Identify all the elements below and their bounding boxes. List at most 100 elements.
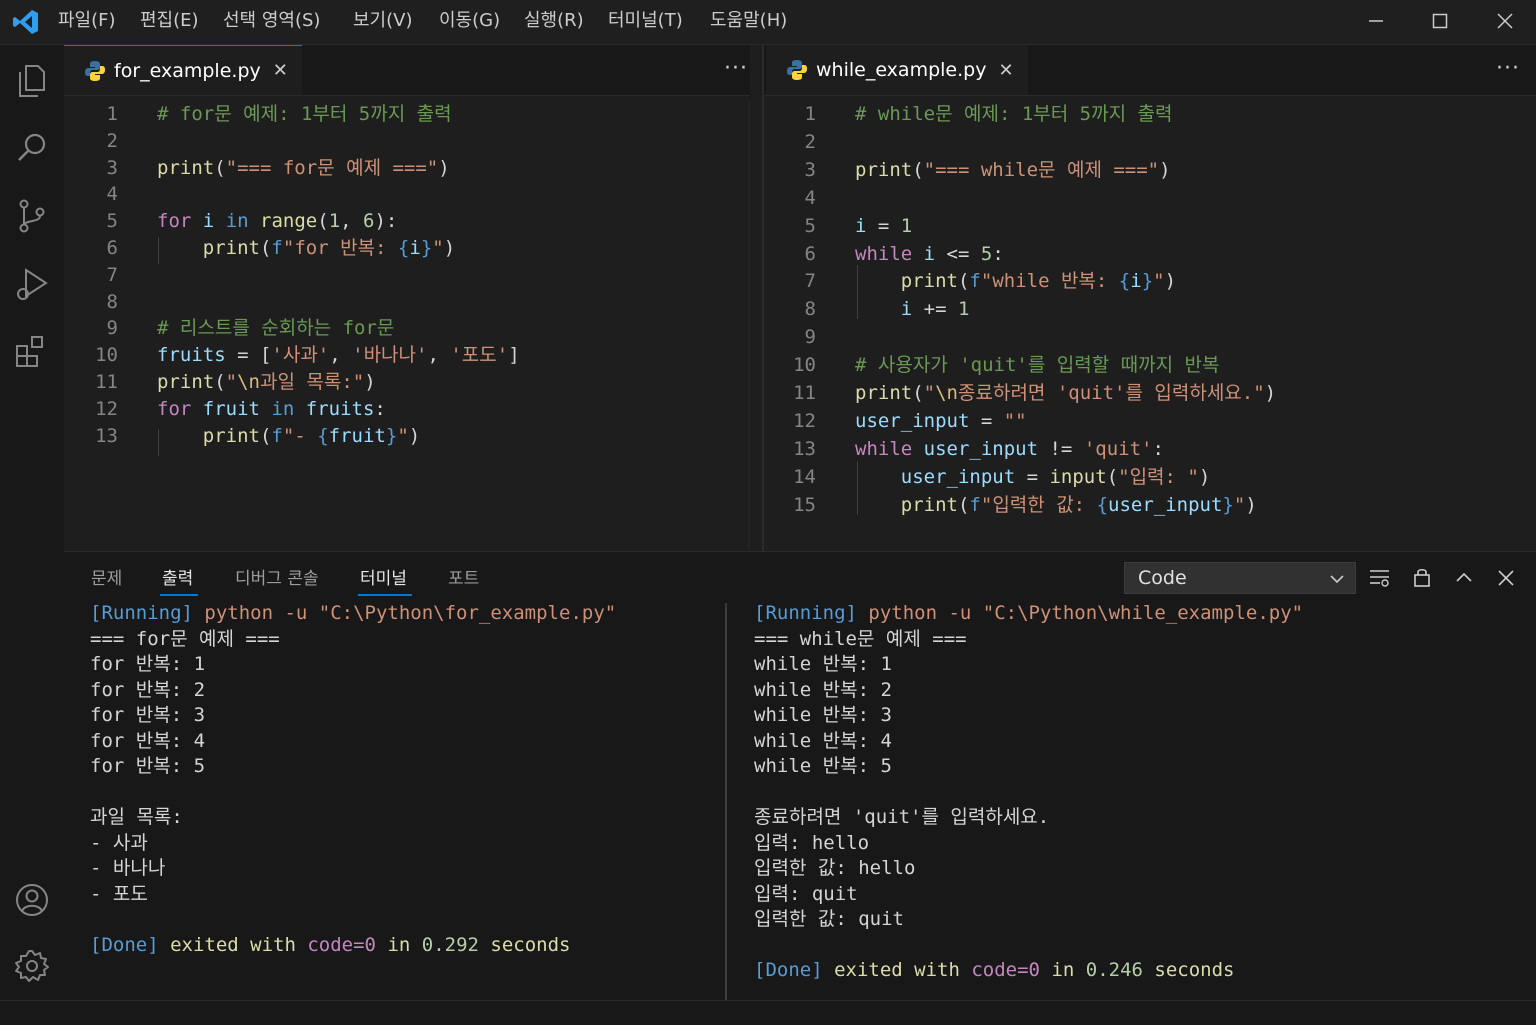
code-text: i += 1 [855,296,970,324]
code-text: print("\n종료하려면 'quit'를 입력하세요.") [855,380,1276,408]
code-token: 5 [980,242,993,265]
panel-tab-output[interactable]: 출력 [162,566,193,592]
close-icon [1497,13,1513,29]
output-lines: === while문 예제 === while 반복: 1 while 반복: 2 w… [754,627,1514,933]
line-number: 12 [793,409,816,432]
right-code-editor[interactable]: 1 # while문 예제: 1부터 5까지 출력 2 3 print("=== whi… [764,101,1534,549]
left-scrollbar[interactable] [748,101,750,550]
menu-terminal[interactable]: 터미널(T) [608,8,683,34]
output-line: 입력한 값: hello [754,857,916,879]
line-number: 10 [95,344,118,367]
line-number: 2 [106,129,118,152]
code-token: " [397,424,409,447]
code-token: "=== while문 예제 ===" [923,158,1160,181]
code-token: { [1096,493,1109,516]
search-icon[interactable] [12,128,52,168]
menu-file[interactable]: 파일(F) [58,8,116,34]
panel-tab-ports[interactable]: 포트 [448,566,479,592]
code-token: ( [259,424,272,447]
lock-icon[interactable] [1413,566,1431,588]
output-line: - 포도 [90,882,148,905]
tab-close-icon[interactable]: ✕ [998,60,1013,81]
code-token: = [ [225,344,272,367]
more-actions-icon[interactable]: ··· [1496,56,1520,81]
code-token: 1 [900,214,913,237]
output-running-line: [Running] python -u "C:\Python\while_exa… [754,601,1514,627]
code-token: { [397,237,410,259]
code-token: "while 반복: [980,270,1119,293]
word-wrap-icon[interactable] [1369,568,1391,588]
code-token: = [1015,465,1050,488]
code-token: # while문 예제: 1부터 5까지 출력 [855,103,1173,125]
code-token: print [855,382,913,404]
left-code-editor[interactable]: 1 # for문 예제: 1부터 5까지 출력 2 3 print("=== for문 … [64,101,750,549]
output-line: - 사과 [90,831,148,854]
minimize-button[interactable] [1353,6,1399,36]
tab-for-example[interactable]: for_example.py ✕ [64,45,302,95]
panel-tab-terminal[interactable]: 터미널 [360,566,407,592]
code-text: # while문 예제: 1부터 5까지 출력 [855,101,1172,129]
code-text: for fruit in fruits: [157,396,386,423]
code-token: ( [317,210,329,233]
indent-guide [158,237,159,264]
code-token: ) [1159,158,1171,181]
code-token: in [225,210,249,233]
code-token: ) [1164,270,1177,293]
status-bar [0,1000,1536,1025]
line-number: 4 [106,183,118,206]
code-text: print(f"입력한 값: {user_input}") [855,492,1257,520]
more-actions-icon[interactable]: ··· [724,56,748,81]
output-channel-select[interactable]: Code [1124,562,1356,594]
menu-go[interactable]: 이동(G) [439,8,500,34]
code-token: : [992,242,1004,265]
menu-run[interactable]: 실행(R) [524,8,584,34]
extensions-icon[interactable] [12,332,52,372]
output-line: for 반복: 1 [90,653,206,675]
account-icon[interactable] [12,880,52,920]
line-number: 3 [106,156,118,179]
run-debug-icon[interactable] [12,264,52,304]
code-text: while i <= 5: [855,241,1004,269]
panel-tab-debug-console[interactable]: 디버그 콘솔 [235,566,319,592]
code-token: "for 반복: [282,237,398,259]
menu-help[interactable]: 도움말(H) [710,8,787,34]
code-token: , [340,210,364,233]
code-token: ) [1264,382,1277,404]
code-token: ) [438,156,450,179]
close-panel-icon[interactable] [1498,570,1514,586]
explorer-icon[interactable] [12,60,52,100]
code-token: : [374,397,386,420]
code-token: ( [259,237,272,259]
tab-while-example[interactable]: while_example.py ✕ [766,45,1028,95]
maximize-button[interactable] [1417,6,1463,36]
elapsed-value: 0.292 [421,933,479,956]
code-token: 1 [957,298,970,321]
run-command: python -u "C:\Python\for_example.py" [192,602,617,624]
line-number: 11 [793,382,816,404]
code-token: print [157,371,215,393]
code-token: user_input [1108,493,1223,516]
output-line: while 반복: 4 [754,729,892,752]
line-number: 14 [793,465,816,488]
chevron-down-icon [1330,575,1344,584]
output-split-divider[interactable] [725,603,727,1000]
exited-text: exited with [822,959,972,981]
seconds-text: seconds [478,933,571,956]
menu-view[interactable]: 보기(V) [353,8,412,34]
panel-tab-problems[interactable]: 문제 [91,566,122,592]
menu-selection[interactable]: 선택 영역(S) [223,8,320,34]
line-number: 8 [106,290,118,313]
settings-gear-icon[interactable] [12,946,52,986]
in-text: in [376,933,422,956]
menu-edit[interactable]: 편집(E) [140,8,199,34]
close-window-button[interactable] [1482,6,1528,36]
code-token: , [329,344,353,367]
source-control-icon[interactable] [12,196,52,236]
tab-close-icon[interactable]: ✕ [273,60,288,81]
chevron-up-icon[interactable] [1455,570,1473,584]
